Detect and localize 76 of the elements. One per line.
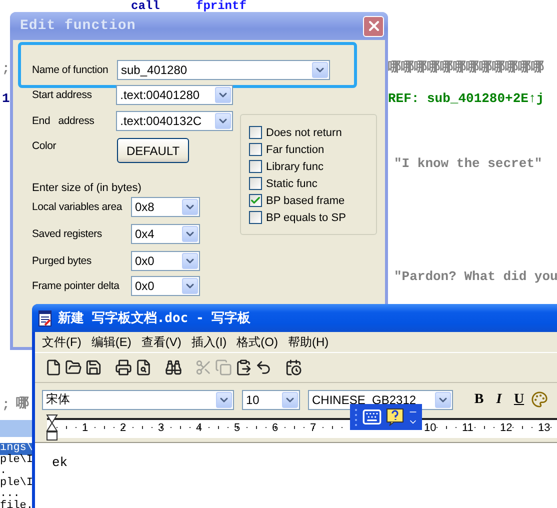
field-label: Purged bytes	[32, 255, 92, 267]
indent-marker-icon[interactable]	[46, 414, 58, 442]
help-icon[interactable]	[386, 408, 404, 426]
menu-item[interactable]: 查看(V)	[138, 334, 188, 350]
code-instruction: call	[131, 0, 160, 12]
checkbox-label: Static func	[266, 178, 318, 190]
ruler-number: 12	[500, 422, 512, 434]
field-label: Color	[32, 140, 58, 152]
path-item[interactable]: .	[0, 466, 9, 478]
checkbox[interactable]	[249, 143, 262, 156]
field-label: Start address	[32, 89, 93, 101]
ruler-number: 3	[158, 422, 164, 434]
ruler-number: 6	[272, 422, 278, 434]
field-label: Name of function	[32, 64, 110, 76]
code-comment: ;	[2, 397, 10, 412]
field-label: End address	[32, 115, 96, 127]
checkbox[interactable]	[249, 194, 262, 207]
ruler-number: 2	[120, 422, 126, 434]
code-label: 1	[2, 91, 10, 106]
font-size-combo-box[interactable]: 10	[242, 390, 300, 410]
menu-item[interactable]: 文件(F)	[39, 334, 88, 350]
ruler-number: 1	[82, 422, 88, 434]
code-comment: 哪	[16, 396, 29, 411]
ruler-number: 11	[462, 422, 474, 434]
checkbox-label: Library func	[266, 160, 324, 172]
menu-item[interactable]: 插入(I)	[188, 334, 234, 350]
checkbox-label: Does not return	[266, 126, 342, 138]
code-xref: REF: sub_401280+2E↑j	[388, 91, 544, 106]
code-operand: fprintf	[196, 0, 246, 12]
code-string: "I know the secret"	[394, 156, 542, 171]
document-text: ek	[52, 455, 68, 470]
bold-button[interactable]: B	[469, 388, 489, 410]
checkbox[interactable]	[249, 177, 262, 190]
notepad-icon	[38, 310, 52, 326]
checkbox[interactable]	[249, 211, 262, 224]
section-heading: Enter size of (in bytes)	[32, 182, 142, 196]
size-combo-box[interactable]: 0x0	[131, 276, 200, 296]
keyboard-icon[interactable]	[362, 407, 382, 427]
menu-item[interactable]: 格式(O)	[234, 334, 285, 350]
grip-icon[interactable]	[354, 408, 358, 426]
color-button[interactable]: DEFAULT	[117, 138, 189, 163]
ruler-number: 10	[424, 422, 436, 434]
ruler-number: 13	[538, 422, 550, 434]
window-title: 新建 写字板文档.doc - 写字板	[58, 310, 251, 327]
palette-icon[interactable]	[529, 388, 549, 410]
code-string: "Pardon? What did you	[394, 269, 557, 284]
field-label: Frame pointer delta	[32, 280, 120, 292]
name-combo-box[interactable]: sub_401280	[117, 60, 330, 80]
field-label: Saved registers	[32, 228, 103, 240]
font-combo-box[interactable]: 宋体	[42, 390, 234, 410]
printer-icon[interactable]	[113, 356, 133, 378]
code-comment: ;	[2, 61, 10, 76]
checkbox[interactable]	[249, 126, 262, 139]
italic-button[interactable]: I	[489, 388, 509, 410]
size-combo-box[interactable]: 0x8	[131, 197, 200, 217]
checkbox[interactable]	[249, 160, 262, 173]
ruler-number: 5	[234, 422, 240, 434]
address-combo-box[interactable]: .text:00401280	[116, 85, 233, 105]
address-combo-box[interactable]: .text:0040132C	[116, 111, 233, 131]
size-combo-box[interactable]: 0x0	[131, 251, 200, 271]
ruler-number: 7	[310, 422, 316, 434]
path-item[interactable]: ple\I	[0, 454, 36, 466]
dialog-title: Edit function	[20, 18, 136, 34]
checkbox-label: BP equals to SP	[266, 212, 346, 224]
size-combo-box[interactable]: 0x4	[131, 224, 200, 244]
menu-item[interactable]: 帮助(H)	[284, 334, 336, 350]
ruler-number: 4	[196, 422, 202, 434]
code-comment: 哪哪哪哪哪哪哪哪哪哪哪哪	[388, 60, 544, 75]
checkbox-label: BP based frame	[266, 194, 345, 206]
underline-button[interactable]: U	[509, 388, 529, 410]
path-item[interactable]: ple\I	[0, 478, 36, 489]
checkbox-label: Far function	[266, 144, 324, 156]
path-item[interactable]: file.	[0, 500, 36, 508]
field-label: Local variables area	[32, 201, 124, 213]
path-item[interactable]: ...	[0, 489, 22, 500]
menu-item[interactable]: 编辑(E)	[88, 334, 138, 350]
